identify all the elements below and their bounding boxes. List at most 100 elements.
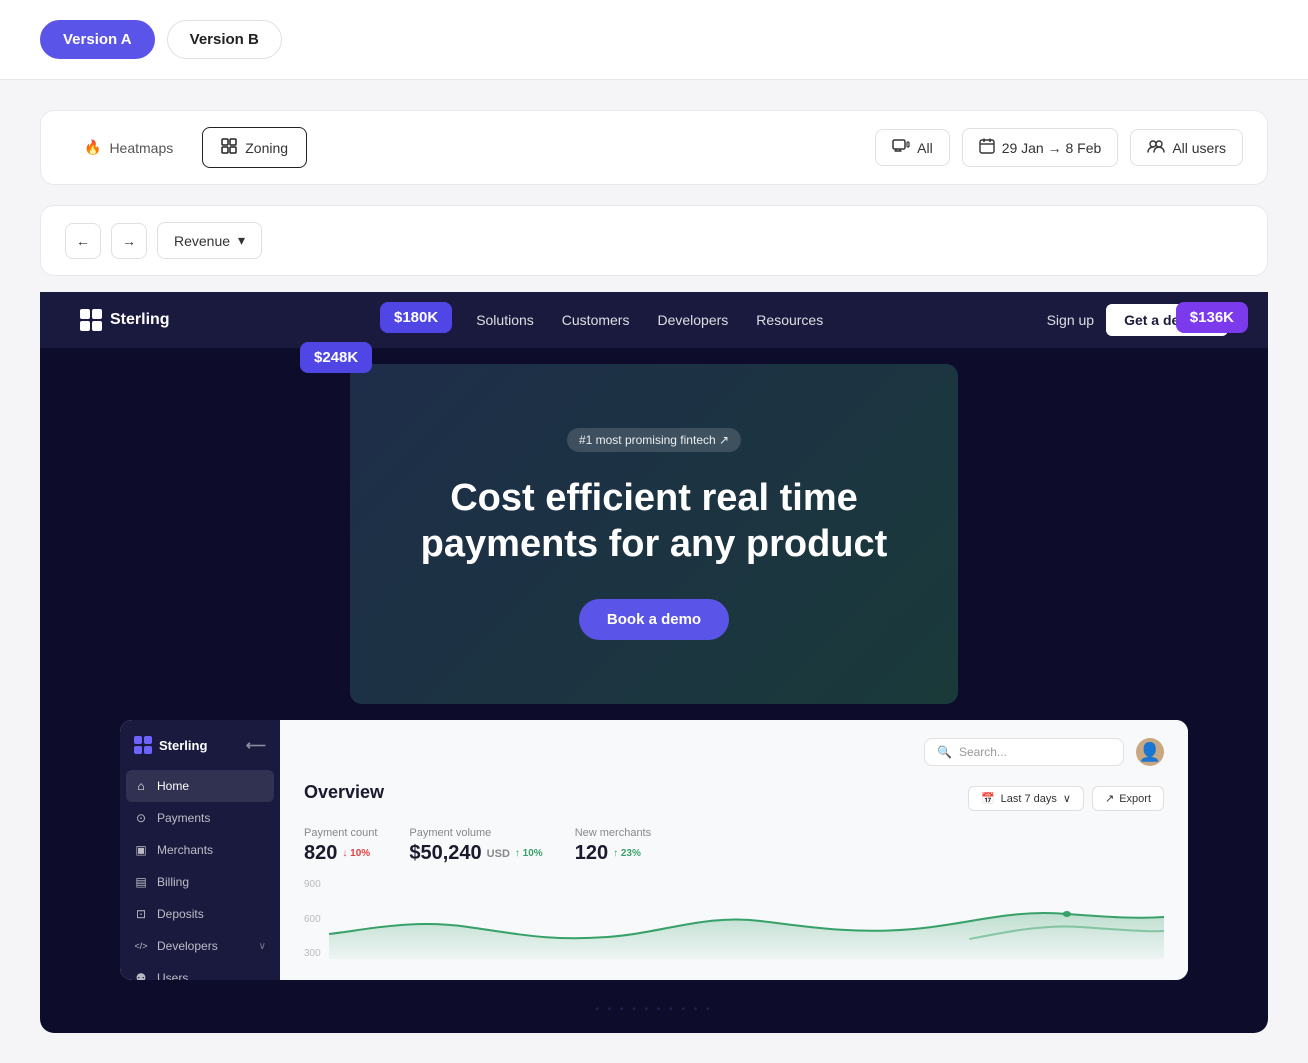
y-label-900: 900 <box>304 879 321 890</box>
device-label: All <box>917 140 933 156</box>
device-filter[interactable]: All <box>875 129 950 166</box>
hero-wrapper: $248K #1 most promising fintech ↗ Cost e… <box>140 364 1168 704</box>
hero-title: Cost efficient real time payments for an… <box>390 476 918 567</box>
chart-svg <box>329 879 1164 959</box>
arrow-left-icon: ← <box>76 233 90 249</box>
sidebar-item-payments[interactable]: ⊙ Payments <box>120 802 280 834</box>
signup-button[interactable]: Sign up <box>1047 312 1094 328</box>
users-icon <box>1147 139 1165 156</box>
export-button[interactable]: ↗ Export <box>1092 786 1164 811</box>
sidebar-item-users[interactable]: ⚉ Users <box>120 962 280 980</box>
site-logo-text: Sterling <box>110 311 170 329</box>
sidebar-item-deposits[interactable]: ⊡ Deposits <box>120 898 280 930</box>
dash-actions: 📅 Last 7 days ∨ ↗ Export <box>968 786 1164 811</box>
revenue-dropdown[interactable]: Revenue ▾ <box>157 222 262 259</box>
dash-logo-icon <box>134 736 152 754</box>
nav-forward-button[interactable]: → <box>111 223 147 259</box>
y-label-600: 600 <box>304 914 321 925</box>
toolbar-card: 🔥 Heatmaps Zoning <box>40 110 1268 185</box>
export-icon: ↗ <box>1105 792 1114 805</box>
site-logo: Sterling <box>80 309 170 331</box>
sidebar-deposits-label: Deposits <box>157 907 204 921</box>
new-merchants-label: New merchants <box>575 827 651 839</box>
nav-customers[interactable]: Customers <box>562 312 630 328</box>
metric-new-merchants: New merchants 120 ↑ 23% <box>575 827 651 865</box>
payment-count-label: Payment count <box>304 827 377 839</box>
users-filter-label: All users <box>1172 140 1226 156</box>
fintech-badge: #1 most promising fintech ↗ <box>567 428 741 452</box>
nav-developers[interactable]: Developers <box>657 312 728 328</box>
new-merchants-badge: ↑ 23% <box>613 848 641 859</box>
sidebar-item-billing[interactable]: ▤ Billing <box>120 866 280 898</box>
nav-solutions[interactable]: Solutions <box>476 312 534 328</box>
payment-volume-value: $50,240 USD ↑ 10% <box>409 842 542 865</box>
sidebar-developers-label: Developers <box>157 939 218 953</box>
dashboard-preview: Sterling ⟵ ⌂ Home ⊙ Payments ▣ Merchants… <box>120 720 1188 980</box>
payment-volume-badge: ↑ 10% <box>515 848 543 859</box>
deposits-icon: ⊡ <box>134 907 148 921</box>
zoning-button[interactable]: Zoning <box>202 127 307 168</box>
chevron-developers: ∨ <box>259 941 266 952</box>
date-range-label: 29 Jan → 8 Feb <box>1002 140 1102 156</box>
top-bar: Version A Version B <box>0 0 1308 80</box>
new-merchants-value: 120 ↑ 23% <box>575 842 651 865</box>
site-nav: $180K Sterling Products Solutions Custom… <box>40 292 1268 348</box>
billing-icon: ▤ <box>134 875 148 889</box>
period-label: Last 7 days <box>1001 793 1057 805</box>
metric-payment-count: Payment count 820 ↓ 10% <box>304 827 377 865</box>
toolbar-left: 🔥 Heatmaps Zoning <box>65 127 307 168</box>
period-button[interactable]: 📅 Last 7 days ∨ <box>968 786 1084 811</box>
merchants-icon: ▣ <box>134 843 148 857</box>
calendar-small-icon: 📅 <box>981 792 995 805</box>
users-filter[interactable]: All users <box>1130 129 1243 166</box>
sidebar-billing-label: Billing <box>157 875 189 889</box>
dash-search[interactable]: 🔍 Search... <box>924 738 1124 766</box>
payment-count-value: 820 ↓ 10% <box>304 842 377 865</box>
fintech-badge-text: #1 most promising fintech ↗ <box>579 433 729 447</box>
version-a-button[interactable]: Version A <box>40 20 155 59</box>
payment-count-badge: ↓ 10% <box>342 848 370 859</box>
dashboard-main: 🔍 Search... 👤 Overview 📅 Last 7 days <box>280 720 1188 980</box>
sidebar-item-home[interactable]: ⌂ Home <box>126 770 274 802</box>
nav-back-button[interactable]: ← <box>65 223 101 259</box>
dash-logo: Sterling ⟵ <box>120 736 280 770</box>
y-label-300: 300 <box>304 948 321 959</box>
dotted-text: • • • • • • • • • • <box>595 1004 712 1015</box>
sidebar-merchants-label: Merchants <box>157 843 213 857</box>
user-avatar[interactable]: 👤 <box>1136 738 1164 766</box>
dotted-decoration: • • • • • • • • • • <box>40 1000 1268 1023</box>
overview-title: Overview <box>304 782 384 803</box>
dash-collapse-icon[interactable]: ⟵ <box>246 737 266 754</box>
dashboard-sidebar: Sterling ⟵ ⌂ Home ⊙ Payments ▣ Merchants… <box>120 720 280 980</box>
nav-resources[interactable]: Resources <box>756 312 823 328</box>
hero-revenue-badge: $248K <box>300 342 372 373</box>
version-b-button[interactable]: Version B <box>167 20 282 59</box>
dash-logo-text: Sterling <box>159 738 207 753</box>
metric-payment-volume: Payment volume $50,240 USD ↑ 10% <box>409 827 542 865</box>
book-demo-button[interactable]: Book a demo <box>579 599 729 640</box>
chart-area: 900 600 300 <box>304 879 1164 959</box>
chart-y-labels: 900 600 300 <box>304 879 321 959</box>
dash-header: 🔍 Search... 👤 <box>304 738 1164 766</box>
arrow-right-icon: → <box>122 233 136 249</box>
chevron-down-icon: ▾ <box>238 232 245 249</box>
payment-count-number: 820 <box>304 842 337 865</box>
grid-icon <box>221 138 237 157</box>
users-nav-icon: ⚉ <box>134 971 148 980</box>
sidebar-users-label: Users <box>157 971 188 980</box>
flame-icon: 🔥 <box>84 139 101 156</box>
date-range-filter[interactable]: 29 Jan → 8 Feb <box>962 128 1119 167</box>
heatmaps-label: Heatmaps <box>109 140 173 156</box>
revenue-badge-right: $136K <box>1176 302 1248 333</box>
avatar-image: 👤 <box>1139 742 1161 763</box>
search-placeholder: Search... <box>959 745 1007 759</box>
sidebar-item-merchants[interactable]: ▣ Merchants <box>120 834 280 866</box>
nav-row: ← → Revenue ▾ <box>40 205 1268 276</box>
payment-volume-number: $50,240 <box>409 842 481 865</box>
heatmaps-button[interactable]: 🔥 Heatmaps <box>65 128 192 167</box>
payments-icon: ⊙ <box>134 811 148 825</box>
export-label: Export <box>1119 793 1151 805</box>
sidebar-item-developers[interactable]: </> Developers ∨ <box>120 930 280 962</box>
payment-volume-label: Payment volume <box>409 827 542 839</box>
payment-volume-unit: USD <box>487 848 510 860</box>
